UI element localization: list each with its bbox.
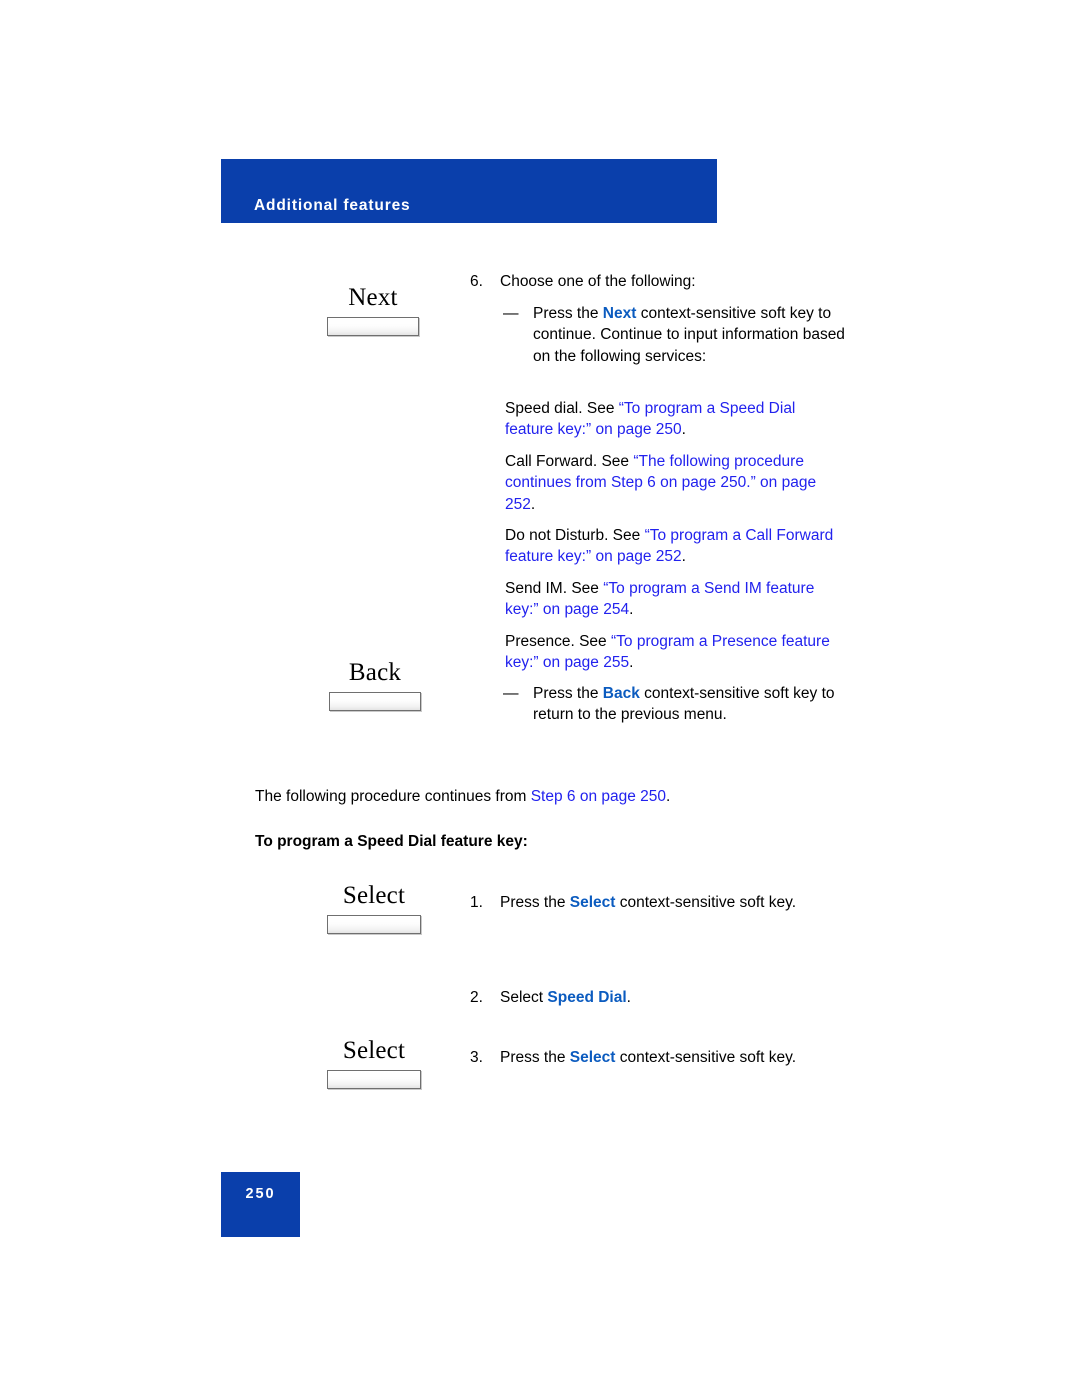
continuation-link[interactable]: Step 6 on page 250: [531, 788, 666, 805]
step-text-rest: context-sensitive soft key.: [615, 1049, 797, 1066]
softkey-button-select-1: [327, 915, 421, 934]
softkey-label-select-1: Select: [342, 882, 406, 909]
reference-lead: Speed dial. See: [505, 400, 619, 417]
reference-lead: Call Forward. See: [505, 453, 634, 470]
keyword-select: Select: [569, 1049, 616, 1066]
page-header-band: Additional features: [221, 159, 717, 223]
dash-text: Press the Next context-sensitive soft ke…: [533, 303, 853, 367]
step-text: Select Speed Dial.: [500, 987, 631, 1008]
step-text: Choose one of the following:: [500, 273, 696, 290]
softkey-label-back: Back: [348, 659, 402, 686]
step-number: 2.: [470, 989, 483, 1006]
step-number: 6.: [470, 273, 483, 290]
page-header-title: Additional features: [254, 197, 411, 214]
reference-tail: .: [681, 548, 686, 566]
step-text-lead: Press the: [500, 894, 570, 911]
page-number: 250: [245, 1186, 276, 1202]
step-number: 3.: [470, 1049, 483, 1066]
reference-presence: Presence. See “To program a Presence fea…: [505, 631, 835, 674]
softkey-graphic-select-2: Select: [299, 1036, 449, 1089]
dash-marker: —: [503, 305, 519, 322]
softkey-button-select-2: [327, 1070, 421, 1089]
reference-lead: Do not Disturb. See: [505, 527, 645, 544]
softkey-button-back: [329, 692, 421, 711]
softkey-graphic-select-1: Select: [299, 881, 449, 934]
step-text-lead: Select: [500, 989, 548, 1006]
reference-do-not-disturb: Do not Disturb. See “To program a Call F…: [505, 525, 835, 568]
step-text: Press the Select context-sensitive soft …: [500, 1047, 796, 1068]
reference-send-im: Send IM. See “To program a Send IM featu…: [505, 578, 835, 621]
keyword-speed-dial: Speed Dial: [547, 989, 627, 1006]
softkey-button-next: [327, 317, 419, 336]
section-heading: To program a Speed Dial feature key:: [255, 833, 528, 850]
reference-lead: Presence. See: [505, 633, 611, 650]
step-text-rest: .: [626, 989, 631, 1006]
reference-lead: Send IM. See: [505, 580, 604, 597]
reference-speed-dial: Speed dial. See “To program a Speed Dial…: [505, 398, 835, 441]
softkey-graphic-next: Next: [298, 283, 448, 336]
keyword-next: Next: [602, 305, 637, 322]
dash-text-lead: Press the: [533, 305, 603, 322]
reference-tail: .: [681, 421, 686, 439]
step-item-6: 6. Choose one of the following:: [470, 271, 850, 292]
step-item-3: 3. Press the Select context-sensitive so…: [470, 1047, 850, 1068]
page-number-marker: 250: [221, 1172, 300, 1237]
dash-bullet-next: — Press the Next context-sensitive soft …: [503, 303, 853, 367]
step-text: Press the Select context-sensitive soft …: [500, 892, 796, 913]
continuation-lead: The following procedure continues from: [255, 788, 531, 805]
reference-tail: .: [629, 654, 634, 672]
softkey-label-select-2: Select: [342, 1037, 406, 1064]
keyword-select: Select: [569, 894, 616, 911]
dash-bullet-back: — Press the Back context-sensitive soft …: [503, 683, 853, 726]
step-text-lead: Press the: [500, 1049, 570, 1066]
step-text-rest: context-sensitive soft key.: [615, 894, 797, 911]
reference-tail: .: [530, 495, 536, 513]
dash-text: Press the Back context-sensitive soft ke…: [533, 683, 853, 726]
continuation-paragraph: The following procedure continues from S…: [255, 786, 815, 807]
softkey-label-next: Next: [348, 284, 398, 311]
dash-text-lead: Press the: [533, 685, 603, 702]
reference-tail: .: [629, 601, 634, 619]
step-item-1: 1. Press the Select context-sensitive so…: [470, 892, 850, 913]
step-item-2: 2. Select Speed Dial.: [470, 987, 850, 1008]
keyword-back: Back: [602, 685, 640, 702]
step-number: 1.: [470, 894, 483, 911]
softkey-graphic-back: Back: [300, 658, 450, 711]
continuation-tail: .: [666, 788, 671, 805]
reference-call-forward: Call Forward. See “The following procedu…: [505, 451, 835, 515]
dash-marker: —: [503, 685, 519, 702]
